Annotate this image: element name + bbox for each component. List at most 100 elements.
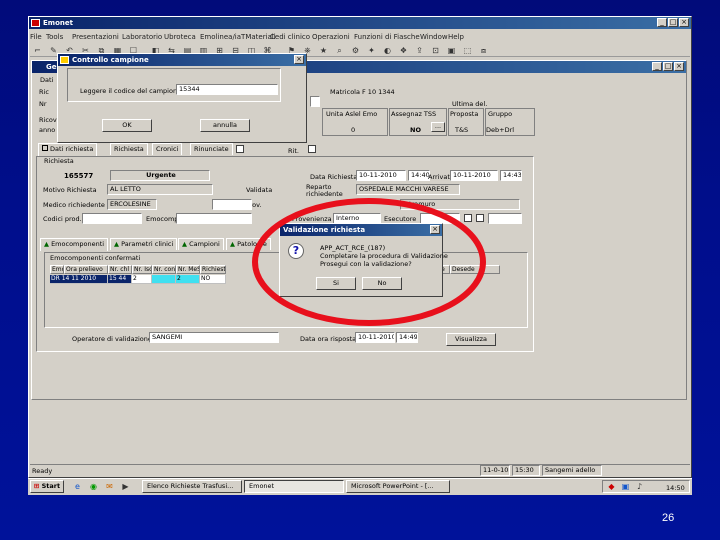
toolbar-button-23[interactable]: ⇪	[414, 45, 425, 55]
controllo-ok-button[interactable]: OK	[102, 119, 152, 132]
toolbar-button-26[interactable]: ⬚	[462, 45, 473, 55]
menu-item-3[interactable]: Laboratorio	[122, 33, 162, 41]
codici-field-1[interactable]	[82, 213, 142, 224]
rit-checkbox[interactable]	[308, 145, 316, 153]
grid-header-8[interactable]: Desede	[450, 265, 500, 274]
menu-item-4[interactable]: Ubroteca	[164, 33, 196, 41]
tab-emocomponenti[interactable]: ▲ Emocomponenti	[40, 238, 109, 251]
child-close-button[interactable]: ×	[674, 62, 684, 71]
nota-field[interactable]	[212, 199, 252, 210]
toolbar-button-17[interactable]: ★	[318, 45, 329, 55]
browser-icon[interactable]: ◉	[88, 481, 99, 492]
menu-item-8[interactable]: Funzioni di Fiasche	[354, 33, 420, 41]
ie-icon[interactable]: e	[72, 481, 83, 492]
esecutore-label: Esecutore	[384, 215, 417, 223]
validazione-no-button[interactable]: No	[362, 277, 402, 290]
grid-header-3[interactable]: Nr. Iso	[132, 265, 152, 274]
menu-item-1[interactable]: Tools	[46, 33, 63, 41]
tab-parametri-clinici[interactable]: ▲ Parametri clinici	[110, 238, 178, 250]
menu-item-2[interactable]: Presentazioni	[72, 33, 119, 41]
grid-cell-4[interactable]: 2	[176, 275, 200, 284]
esecutore-checkbox-1[interactable]	[464, 214, 472, 222]
toolbar-button-18[interactable]: ⌕	[334, 45, 345, 55]
media-icon[interactable]: ▶	[120, 481, 131, 492]
grid-header-1[interactable]: Ora prelievo	[64, 265, 108, 274]
dataora-time-field[interactable]: 14:49	[396, 332, 418, 343]
validazione-close-button[interactable]: ×	[430, 225, 440, 234]
close-button[interactable]: ×	[679, 18, 689, 27]
tab-patologie[interactable]: ▲ Patologie	[226, 238, 271, 250]
grid-cell-0[interactable]: DR 14 11 2010	[50, 275, 108, 284]
tab-cronici[interactable]: Cronici	[152, 143, 183, 155]
matricola-label: Matricola	[330, 88, 360, 96]
toolbar-button-20[interactable]: ✦	[366, 45, 377, 55]
menu-item-7[interactable]: Operazioni	[312, 33, 350, 41]
question-icon: ?	[288, 243, 304, 259]
codice-campione-input[interactable]: 15344	[176, 84, 278, 95]
grid-header-6[interactable]: Richiesto	[200, 265, 226, 274]
visualizza-button[interactable]: Visualizza	[446, 333, 496, 346]
start-button[interactable]: ⊞ Start	[30, 480, 64, 493]
esecutore-checkbox-2[interactable]	[476, 214, 484, 222]
assegnaz-lookup-button[interactable]: ...	[431, 122, 445, 132]
medico-field[interactable]: ERCOLESINE	[107, 199, 157, 210]
grid-header-0[interactable]: Emo	[50, 265, 64, 274]
reparto-field[interactable]: OSPEDALE MACCHI VARESE	[356, 184, 460, 195]
taskbar-item-emonet[interactable]: Emonet	[244, 480, 344, 493]
child-maximize-button[interactable]: □	[663, 62, 673, 71]
ric-label: Ric	[39, 88, 49, 96]
data-richiesta-time-field[interactable]: 14:40	[408, 170, 430, 181]
anno-label: anno	[39, 126, 56, 134]
toolbar-button-22[interactable]: ❖	[398, 45, 409, 55]
taskbar-item-powerpoint[interactable]: Microsoft PowerPoint - [...	[346, 480, 450, 493]
arrivata-time-field[interactable]: 14:43	[500, 170, 522, 181]
grid-cell-5[interactable]: NO	[200, 275, 226, 284]
outlook-icon[interactable]: ✉	[104, 481, 115, 492]
tab-campioni[interactable]: ▲ Campioni	[178, 238, 224, 250]
tab-richiesta[interactable]: Richiesta	[110, 143, 148, 155]
status-user: Sangemi adello	[542, 465, 602, 476]
ric-field[interactable]	[310, 96, 320, 107]
grid-cell-1[interactable]: 15 44	[108, 275, 132, 284]
maximize-button[interactable]: □	[668, 18, 678, 27]
toolbar-button-19[interactable]: ⚙	[350, 45, 361, 55]
menu-item-6[interactable]: Cedi clinico	[270, 33, 310, 41]
toolbar-button-25[interactable]: ▣	[446, 45, 457, 55]
data-richiesta-field[interactable]: 10-11-2010	[356, 170, 406, 181]
taskbar-item-elenco[interactable]: Elenco Richieste Trasfusi...	[142, 480, 242, 493]
esecutore-extra-field[interactable]	[488, 213, 522, 224]
controllo-close-button[interactable]: ×	[294, 55, 304, 64]
page-number: 26	[662, 512, 675, 524]
tab-dati-richiesta[interactable]: Dati richiesta	[38, 143, 98, 156]
arrivata-field[interactable]: 10-11-2010	[450, 170, 498, 181]
grid-cell-2[interactable]: 2	[132, 275, 152, 284]
prossimo-field[interactable]: Intramuro	[400, 199, 520, 210]
menu-item-5[interactable]: Emolinea/iaTMateriali	[200, 33, 276, 41]
tray-network-icon[interactable]: ▣	[620, 481, 631, 492]
tray-volume-icon[interactable]: ♪	[634, 481, 645, 492]
controllo-annulla-button[interactable]: annulla	[200, 119, 250, 132]
toolbar-button-27[interactable]: ⧈	[478, 45, 489, 55]
toolbar-button-21[interactable]: ◐	[382, 45, 393, 55]
grid-header-5[interactable]: Nr. MeSo	[176, 265, 200, 274]
tray-antivirus-icon[interactable]: ◆	[606, 481, 617, 492]
grid-header-4[interactable]: Nr. con.	[152, 265, 176, 274]
operatore-field[interactable]: SANGEMI	[149, 332, 279, 343]
toolbar-button-0[interactable]: ⌐	[32, 45, 43, 55]
reparto-label: Reparto richiedente	[306, 183, 343, 198]
toolbar-button-24[interactable]: ⊡	[430, 45, 441, 55]
grid-cell-3[interactable]	[152, 275, 176, 284]
menu-item-0[interactable]: File	[30, 33, 42, 41]
child-minimize-button[interactable]: _	[652, 62, 662, 71]
emocomp-field[interactable]	[176, 213, 252, 224]
status-time: 15:30	[512, 465, 540, 476]
menu-item-9[interactable]: Window	[420, 33, 448, 41]
menu-item-10[interactable]: Help	[448, 33, 464, 41]
dataora-field[interactable]: 10-11-2010	[355, 332, 395, 343]
grid-header-2[interactable]: Nr. chl	[108, 265, 132, 274]
motivo-field[interactable]: AL LETTO	[107, 184, 213, 195]
minimize-button[interactable]: _	[657, 18, 667, 27]
tab-rinunciate[interactable]: Rinunciate	[190, 143, 233, 155]
validazione-si-button[interactable]: Si	[316, 277, 356, 290]
rinunciate-checkbox[interactable]	[236, 145, 244, 153]
